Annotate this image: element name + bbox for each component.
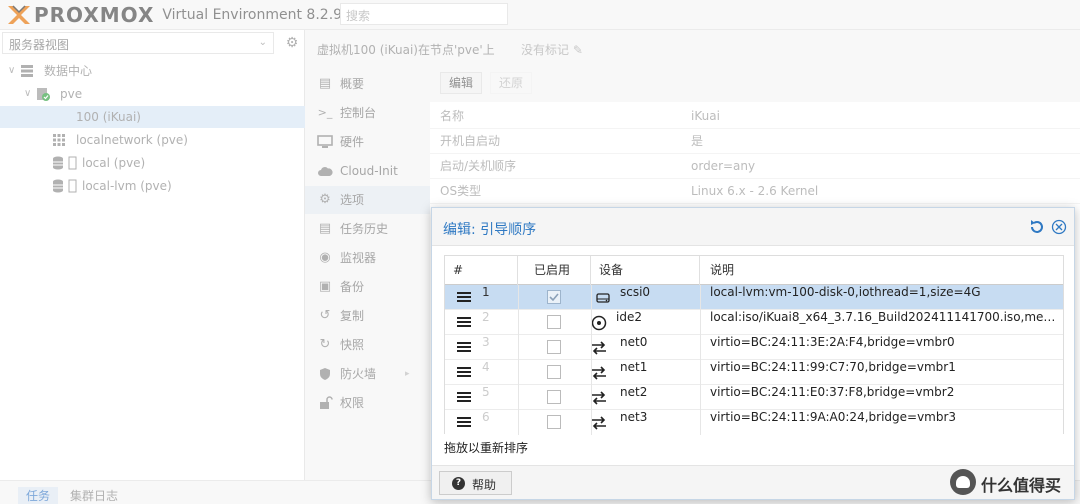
enabled-checkbox[interactable] bbox=[547, 315, 561, 329]
boot-row-net2[interactable]: 5 net2 virtio=BC:24:11:E0:37:F8,bridge=v… bbox=[445, 385, 1063, 410]
enabled-checkbox[interactable] bbox=[547, 390, 561, 404]
device-name: net1 bbox=[620, 360, 648, 374]
boot-order-number: 3 bbox=[482, 335, 490, 349]
help-button[interactable]: ? 帮助 bbox=[439, 471, 512, 495]
device-description: virtio=BC:24:11:99:C7:70,bridge=vmbr1 bbox=[710, 360, 956, 374]
column-header-enabled[interactable]: 已启用 bbox=[518, 256, 591, 285]
device-description: virtio=BC:24:11:9A:A0:24,bridge=vmbr3 bbox=[710, 410, 957, 424]
grid-header: # 已启用 设备 说明 bbox=[445, 256, 1063, 285]
boot-order-grid: # 已启用 设备 说明 1 scsi0 local-lvm:vm-100-dis… bbox=[444, 255, 1064, 435]
boot-order-number: 5 bbox=[482, 385, 490, 399]
device-description: virtio=BC:24:11:3E:2A:F4,bridge=vmbr0 bbox=[710, 335, 955, 349]
column-header-num[interactable]: # bbox=[445, 256, 518, 285]
drag-handle-icon[interactable] bbox=[457, 365, 471, 379]
dialog-title: 编辑: 引导顺序 bbox=[443, 222, 537, 238]
boot-order-number: 2 bbox=[482, 310, 490, 324]
device-name: ide2 bbox=[616, 310, 642, 324]
question-icon: ? bbox=[452, 477, 465, 490]
enabled-checkbox[interactable] bbox=[547, 365, 561, 379]
network-exchange-icon bbox=[592, 416, 606, 430]
watermark-logo-icon bbox=[950, 469, 976, 495]
boot-row-net1[interactable]: 4 net1 virtio=BC:24:11:99:C7:70,bridge=v… bbox=[445, 360, 1063, 385]
drag-handle-icon[interactable] bbox=[457, 390, 471, 404]
hard-disk-icon bbox=[596, 293, 610, 303]
enabled-checkbox[interactable] bbox=[547, 340, 561, 354]
column-divider bbox=[700, 285, 701, 435]
column-header-device[interactable]: 设备 bbox=[591, 256, 700, 285]
boot-order-dialog: 编辑: 引导顺序 # 已启用 设备 说明 1 scsi0 local-lvm:v… bbox=[431, 207, 1075, 500]
watermark-text: 什么值得买 bbox=[981, 476, 1062, 495]
network-exchange-icon bbox=[592, 391, 606, 405]
network-exchange-icon bbox=[592, 366, 606, 380]
column-header-desc[interactable]: 说明 bbox=[700, 256, 1063, 285]
device-name: net3 bbox=[620, 410, 648, 424]
boot-row-ide2[interactable]: 2 ide2 local:iso/iKuai8_x64_3.7.16_Build… bbox=[445, 310, 1063, 335]
device-name: scsi0 bbox=[620, 285, 651, 299]
enabled-checkbox[interactable] bbox=[547, 290, 561, 304]
drag-hint: 拖放以重新排序 bbox=[444, 441, 529, 455]
boot-order-number: 1 bbox=[482, 285, 490, 299]
drag-handle-icon[interactable] bbox=[457, 290, 471, 304]
boot-order-number: 6 bbox=[482, 410, 490, 424]
boot-row-scsi0[interactable]: 1 scsi0 local-lvm:vm-100-disk-0,iothread… bbox=[445, 285, 1063, 310]
help-label: 帮助 bbox=[472, 478, 497, 492]
device-description: virtio=BC:24:11:E0:37:F8,bridge=vmbr2 bbox=[710, 385, 955, 399]
check-icon bbox=[549, 293, 559, 302]
dialog-header: 编辑: 引导顺序 bbox=[432, 208, 1074, 246]
enabled-checkbox[interactable] bbox=[547, 415, 561, 429]
cdrom-icon bbox=[591, 315, 607, 331]
watermark: 什么值得买 bbox=[945, 467, 1077, 497]
device-name: net0 bbox=[620, 335, 648, 349]
reset-icon[interactable] bbox=[1029, 219, 1045, 235]
drag-handle-icon[interactable] bbox=[457, 340, 471, 354]
drag-handle-icon[interactable] bbox=[457, 315, 471, 329]
boot-row-net3[interactable]: 6 net3 virtio=BC:24:11:9A:A0:24,bridge=v… bbox=[445, 410, 1063, 435]
device-description: local:iso/iKuai8_x64_3.7.16_Build2024111… bbox=[710, 310, 1060, 324]
close-icon[interactable] bbox=[1051, 219, 1067, 235]
column-divider bbox=[518, 285, 519, 435]
column-divider bbox=[591, 285, 592, 435]
boot-row-net0[interactable]: 3 net0 virtio=BC:24:11:3E:2A:F4,bridge=v… bbox=[445, 335, 1063, 360]
network-exchange-icon bbox=[592, 341, 606, 355]
device-description: local-lvm:vm-100-disk-0,iothread=1,size=… bbox=[710, 285, 981, 299]
drag-handle-icon[interactable] bbox=[457, 415, 471, 429]
boot-order-number: 4 bbox=[482, 360, 490, 374]
device-name: net2 bbox=[620, 385, 648, 399]
